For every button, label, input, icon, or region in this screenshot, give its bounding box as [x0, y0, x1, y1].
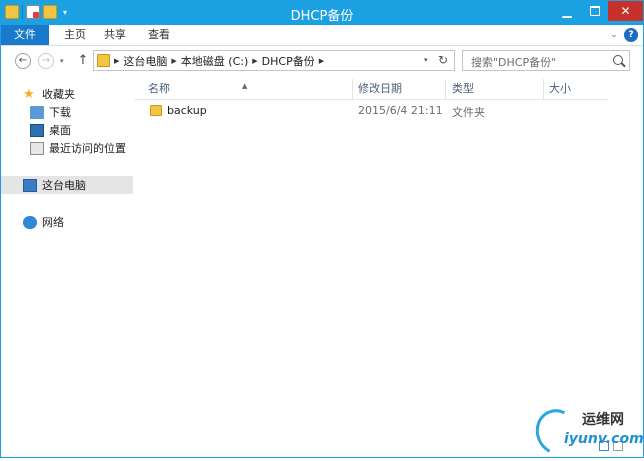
ribbon-tabs: 文件 主页 共享 查看 ⌄ ? — [1, 25, 643, 46]
recent-places-icon — [30, 141, 44, 155]
navigation-row: ← → ▾ ↑ ▶ 这台电脑 ▶ 本地磁盘 (C:) ▶ DHCP备份 ▶ ▾ … — [1, 46, 643, 76]
breadcrumb-local-disk[interactable]: 本地磁盘 (C:) — [181, 53, 248, 69]
minimize-button[interactable]: ▁ — [553, 1, 581, 21]
file-type: 文件夹 — [452, 106, 485, 119]
tab-home[interactable]: 主页 — [57, 25, 93, 45]
file-name: backup — [167, 104, 207, 117]
network-icon — [23, 215, 37, 229]
address-dropdown-icon[interactable]: ▾ — [424, 56, 428, 64]
watermark-url: iyunv.com — [564, 431, 644, 447]
close-button[interactable]: ✕ — [608, 1, 643, 21]
star-icon: ★ — [23, 86, 35, 102]
sidebar-item-label: 网络 — [42, 216, 64, 229]
maximize-icon — [589, 6, 600, 16]
computer-icon — [23, 178, 37, 192]
column-headers: 名称 ▲ 修改日期 类型 大小 — [134, 79, 609, 100]
maximize-button[interactable] — [581, 1, 608, 21]
sidebar-item-recent[interactable]: 最近访问的位置 — [30, 139, 133, 157]
explorer-window: ▾ DHCP备份 ▁ ✕ 文件 主页 共享 查看 ⌄ ? ← → ▾ ↑ ▶ 这… — [0, 0, 644, 458]
file-list: 名称 ▲ 修改日期 类型 大小 backup 2015/6/4 21:11 文件… — [134, 77, 643, 457]
breadcrumb-this-pc[interactable]: 这台电脑 — [123, 53, 167, 69]
search-icon[interactable] — [613, 55, 623, 65]
tab-view[interactable]: 查看 — [141, 25, 177, 45]
sidebar-item-label: 收藏夹 — [42, 88, 75, 101]
refresh-icon[interactable]: ↻ — [438, 53, 448, 67]
breadcrumb-separator-icon[interactable]: ▶ — [114, 57, 119, 65]
sidebar-item-downloads[interactable]: 下载 — [30, 103, 133, 121]
search-box[interactable]: 搜索"DHCP备份" — [462, 50, 630, 71]
sidebar-item-label: 桌面 — [49, 124, 71, 137]
table-row[interactable]: backup 2015/6/4 21:11 文件夹 — [134, 101, 609, 121]
address-bar[interactable]: ▶ 这台电脑 ▶ 本地磁盘 (C:) ▶ DHCP备份 ▶ ▾ ↻ — [93, 50, 455, 71]
tab-file[interactable]: 文件 — [1, 25, 49, 45]
sort-ascending-icon: ▲ — [242, 82, 248, 90]
sidebar-item-label: 最近访问的位置 — [49, 142, 126, 155]
column-header-name[interactable]: 名称 ▲ — [134, 79, 353, 99]
help-icon[interactable]: ? — [624, 28, 638, 42]
breadcrumb: ▶ 这台电脑 ▶ 本地磁盘 (C:) ▶ DHCP备份 ▶ — [114, 51, 324, 70]
sidebar-item-desktop[interactable]: 桌面 — [30, 121, 133, 139]
search-input[interactable]: 搜索"DHCP备份" — [471, 54, 556, 70]
forward-button[interactable]: → — [38, 53, 54, 69]
tab-share[interactable]: 共享 — [97, 25, 133, 45]
back-button[interactable]: ← — [15, 53, 31, 69]
column-header-date[interactable]: 修改日期 — [353, 79, 446, 99]
breadcrumb-separator-icon[interactable]: ▶ — [171, 57, 176, 65]
watermark-logo: 运维网 iyunv.com — [529, 403, 644, 461]
sidebar-item-network[interactable]: 网络 — [23, 213, 133, 231]
folder-icon — [97, 54, 110, 67]
sidebar-item-favorites[interactable]: ★ 收藏夹 — [23, 85, 133, 103]
window-title: DHCP备份 — [290, 9, 354, 24]
desktop-icon — [30, 123, 44, 137]
column-header-size[interactable]: 大小 — [544, 79, 609, 99]
column-header-label: 名称 — [148, 82, 170, 95]
folder-icon — [150, 105, 162, 116]
sidebar-item-this-pc[interactable]: 这台电脑 — [1, 176, 133, 194]
navigation-pane: ★ 收藏夹 下载 桌面 最近访问的位置 这台电脑 网络 — [1, 77, 133, 457]
breadcrumb-separator-icon[interactable]: ▶ — [319, 57, 324, 65]
sidebar-item-label: 下载 — [49, 106, 71, 119]
sidebar-item-label: 这台电脑 — [42, 179, 86, 192]
breadcrumb-separator-icon[interactable]: ▶ — [252, 57, 257, 65]
expand-ribbon-icon[interactable]: ⌄ — [607, 28, 621, 42]
column-header-type[interactable]: 类型 — [446, 79, 544, 99]
recent-locations-icon[interactable]: ▾ — [60, 57, 64, 65]
file-date: 2015/6/4 21:11 — [358, 104, 443, 117]
up-button[interactable]: ↑ — [77, 53, 89, 68]
breadcrumb-dhcp-backup[interactable]: DHCP备份 — [262, 53, 315, 69]
downloads-icon — [30, 105, 44, 119]
title-bar: ▾ DHCP备份 ▁ ✕ — [1, 1, 643, 25]
watermark-brand: 运维网 — [582, 412, 624, 428]
